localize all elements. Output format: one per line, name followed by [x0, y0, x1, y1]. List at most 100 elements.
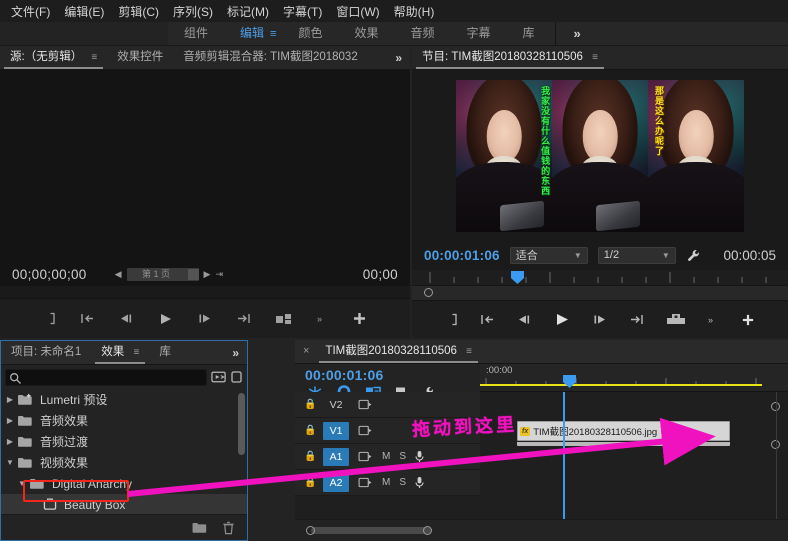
chevron-right-icon-lumetri[interactable]: ▶	[3, 395, 17, 404]
source-current-timecode[interactable]: 00;00;00;00	[12, 267, 87, 282]
toggle-track-output-icon-a2[interactable]	[358, 477, 373, 488]
workspace-burger-icon[interactable]: ≡	[270, 28, 276, 40]
tab-libraries[interactable]: 库	[149, 341, 181, 364]
menu-sequence[interactable]: 序列(S)	[166, 1, 220, 22]
add-marker-icon[interactable]	[44, 312, 57, 325]
toggle-track-output-icon-v2[interactable]	[358, 399, 373, 410]
insert-icon[interactable]	[274, 312, 294, 326]
workspace-tab-captions[interactable]: 字幕	[451, 22, 507, 45]
lock-icon-v2[interactable]: 🔒	[304, 399, 316, 410]
search-input-wrapper[interactable]	[5, 368, 207, 386]
timeline-vertical-scrollbar-track[interactable]	[776, 392, 777, 519]
go-to-in-point-icon[interactable]	[79, 312, 96, 325]
workspace-tab-assembly[interactable]: 组件	[168, 22, 224, 45]
timeline-lane-v1[interactable]: fx TIM截图20180328110506.jpg	[480, 418, 788, 446]
timeline-scroll-thumb[interactable]	[311, 527, 431, 534]
toggle-track-output-icon-a1[interactable]	[358, 451, 373, 462]
page-next-icon[interactable]: ▶	[204, 269, 211, 280]
program-video-preview[interactable]: 我家没有什么值钱的东西 那是这么办呢了	[456, 80, 744, 232]
tab-program-burger-icon[interactable]: ≡	[592, 52, 598, 63]
source-overflow-icon[interactable]: »	[387, 51, 410, 65]
effects-tree-item-video-effects[interactable]: ▼ 视频效果	[1, 452, 247, 473]
effects-tree-item-lumetri[interactable]: ▶ Lumetri 预设	[1, 389, 247, 410]
program-button-overflow-icon[interactable]: »	[707, 314, 721, 326]
menu-marker[interactable]: 标记(M)	[220, 1, 276, 22]
timeline-zoom-handle-left[interactable]	[306, 526, 315, 535]
menu-file[interactable]: 文件(F)	[4, 1, 57, 22]
tab-source[interactable]: 源:（无剪辑） ≡	[0, 46, 107, 69]
timeline-lane-a1[interactable]	[480, 444, 788, 470]
solo-track-button-a2[interactable]: S	[399, 477, 406, 488]
tab-audio-clip-mixer[interactable]: 音频剪辑混合器: TIM截图2018032	[173, 46, 367, 69]
track-header-a2[interactable]: 🔒 A2 M S	[295, 470, 480, 496]
chevron-down-icon-video-effects[interactable]: ▼	[3, 458, 17, 467]
play-icon[interactable]	[157, 312, 174, 326]
lock-icon-v1[interactable]: 🔒	[304, 425, 316, 436]
menu-window[interactable]: 窗口(W)	[329, 1, 386, 22]
source-button-overflow-icon[interactable]: »	[316, 313, 330, 325]
chevron-right-icon-audio-transitions[interactable]: ▶	[3, 437, 17, 446]
tab-timeline-sequence[interactable]: TIM截图20180328110506 ≡	[315, 340, 482, 363]
tab-effects[interactable]: 效果 ≡	[91, 341, 149, 364]
accelerated-effects-icon[interactable]	[231, 370, 243, 384]
chevron-down-icon-digital-anarchy[interactable]: ▼	[15, 479, 29, 488]
add-button-icon-program[interactable]	[741, 313, 755, 327]
zoom-level-dropdown[interactable]: 适合 ▼	[509, 246, 588, 264]
menu-edit[interactable]: 编辑(E)	[57, 1, 111, 22]
workspace-tab-color[interactable]: 颜色	[282, 22, 338, 45]
source-page-navigator[interactable]: ◀ 第 1 页 ▶ ⇥	[115, 267, 223, 281]
page-prev-icon[interactable]: ◀	[115, 269, 122, 280]
track-header-a1[interactable]: 🔒 A1 M S	[295, 444, 480, 470]
microphone-icon-a2[interactable]	[415, 476, 424, 489]
mute-track-button-a1[interactable]: M	[382, 451, 390, 462]
menu-help[interactable]: 帮助(H)	[387, 1, 442, 22]
program-scroll-handle-left[interactable]	[424, 288, 433, 297]
playback-resolution-dropdown[interactable]: 1/2 ▼	[597, 246, 676, 264]
track-name-a2[interactable]: A2	[323, 473, 349, 492]
track-name-a1[interactable]: A1	[323, 447, 349, 466]
step-forward-icon-program[interactable]	[591, 313, 608, 326]
effects-tree-item-beauty-box[interactable]: Beauty Box	[1, 494, 247, 514]
timeline-lane-a2[interactable]	[480, 470, 788, 496]
go-to-in-point-icon-program[interactable]	[479, 313, 496, 326]
lock-icon-a2[interactable]: 🔒	[304, 477, 316, 488]
lock-icon-a1[interactable]: 🔒	[304, 451, 316, 462]
close-icon[interactable]: ×	[295, 340, 315, 363]
timeline-clip-v1[interactable]: fx TIM截图20180328110506.jpg	[517, 421, 730, 441]
source-scrubber[interactable]	[0, 286, 410, 298]
tab-program[interactable]: 节目: TIM截图20180328110506 ≡	[412, 46, 608, 69]
workspace-tab-library[interactable]: 库	[507, 22, 551, 45]
chevron-right-icon-audio-effects[interactable]: ▶	[3, 416, 17, 425]
page-last-icon[interactable]: ⇥	[215, 269, 223, 280]
step-back-icon[interactable]	[118, 312, 135, 325]
track-name-v2[interactable]: V2	[323, 396, 349, 414]
effects-tree-item-audio-transitions[interactable]: ▶ 音频过渡	[1, 431, 247, 452]
workspace-tab-effects[interactable]: 效果	[338, 22, 394, 45]
tab-effect-controls[interactable]: 效果控件	[107, 46, 173, 69]
timeline-horizontal-scrollbar[interactable]	[295, 519, 788, 541]
new-custom-bin-icon[interactable]	[191, 521, 208, 534]
mute-track-button-a2[interactable]: M	[382, 477, 390, 488]
workspace-overflow-icon[interactable]: »	[560, 26, 595, 41]
effects-overflow-icon[interactable]: »	[224, 346, 247, 360]
solo-track-button-a1[interactable]: S	[399, 451, 406, 462]
effects-tree-item-digital-anarchy[interactable]: ▼ Digital Anarchy	[1, 473, 247, 494]
microphone-icon-a1[interactable]	[415, 450, 424, 463]
program-time-ruler[interactable]	[412, 270, 788, 286]
work-area-bar[interactable]	[480, 384, 762, 386]
toggle-track-output-icon-v1[interactable]	[358, 425, 373, 436]
tab-timeline-burger-icon[interactable]: ≡	[466, 346, 472, 357]
timeline-ruler[interactable]: :00:00	[480, 364, 788, 392]
effects-tree[interactable]: ▶ Lumetri 预设 ▶ 音频效果 ▶ 音频过渡 ▼ 视频效果 ▼ Digi…	[1, 389, 247, 514]
step-back-icon-program[interactable]	[516, 313, 533, 326]
timeline-zoom-handle-right[interactable]	[423, 526, 432, 535]
tab-source-burger-icon[interactable]: ≡	[91, 52, 97, 63]
page-stepper-icon[interactable]	[187, 268, 199, 280]
go-to-out-point-icon[interactable]	[235, 312, 252, 325]
effects-tree-item-audio-effects[interactable]: ▶ 音频效果	[1, 410, 247, 431]
delete-icon[interactable]	[222, 521, 235, 535]
export-frame-icon[interactable]	[665, 312, 687, 327]
program-current-timecode[interactable]: 00:00:01:06	[424, 248, 500, 263]
mark-out-icon[interactable]	[446, 313, 459, 326]
go-to-out-point-icon-program[interactable]	[628, 313, 645, 326]
